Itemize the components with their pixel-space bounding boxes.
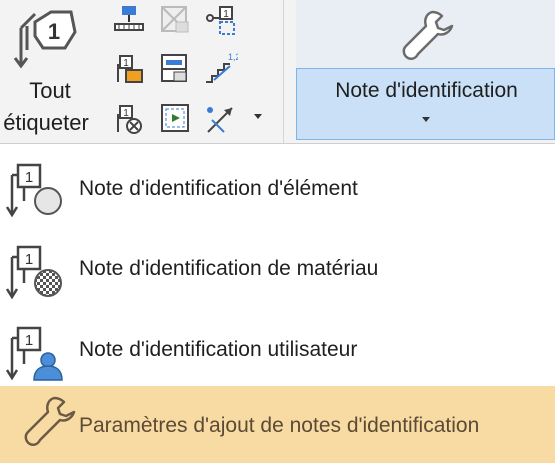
keynote-button-top[interactable] [296,0,555,68]
more-tags-chevron-down-icon[interactable] [252,112,264,122]
room-tag-icon[interactable] [158,52,192,86]
svg-text:1: 1 [25,332,33,349]
menu-item-keynote-settings[interactable]: Paramètres d'ajout de notes d'identifica… [0,386,555,463]
svg-text:1,2: 1,2 [228,52,238,62]
menu-item-label: Note d'identification utilisateur [79,338,358,361]
keynote-dropdown-menu: 1 Note d'identification d'élément 1 Note… [0,144,555,463]
menu-item-label: Paramètres d'ajout de notes d'identifica… [79,414,480,437]
menu-item-user-keynote[interactable]: 1 Note d'identification utilisateur [0,310,555,390]
span-direction-icon[interactable] [204,102,238,136]
svg-text:1: 1 [223,9,229,20]
tag-not-tagged-icon[interactable]: 1 [112,102,146,136]
svg-text:1: 1 [25,251,33,268]
menu-item-material-keynote[interactable]: 1 Note d'identification de matériau [0,229,555,309]
ribbon-group-separator [283,0,284,143]
svg-text:1: 1 [48,19,60,44]
tag-tools-grid: 1 1 1,2 [108,0,278,143]
user-keynote-icon: 1 [5,326,63,381]
menu-item-element-keynote[interactable]: 1 Note d'identification d'élément [0,147,555,227]
wrench-icon [24,396,76,447]
tag-all-icon: 1 [13,10,77,69]
keynote-dropdown-button[interactable]: Note d'identification [296,68,555,140]
wrench-icon [402,10,454,61]
stair-path-tag-icon[interactable]: 1,2 [204,52,238,86]
menu-item-label: Note d'identification de matériau [79,257,379,280]
ribbon-panel: 1 Tout étiqueter 1 1 1, 1 Note d'identif… [0,0,555,144]
multi-category-tag-icon[interactable] [112,4,146,38]
tag-all-button[interactable]: 1 Tout étiqueter [0,0,100,143]
material-tag-icon[interactable]: 1 [112,52,146,86]
beam-annotation-icon[interactable] [158,102,192,136]
area-tag-icon-disabled [158,4,192,38]
svg-text:1: 1 [123,108,129,119]
keynote-split-button: Note d'identification [296,0,555,143]
svg-text:1: 1 [25,169,33,186]
tag-all-label-line1: Tout [29,78,71,103]
chevron-down-icon [422,117,430,122]
keynote-settings-icon[interactable]: 1 [204,4,238,38]
menu-item-label: Note d'identification d'élément [79,177,358,200]
material-keynote-icon: 1 [5,245,62,300]
element-keynote-icon: 1 [5,163,62,218]
keynote-button-label: Note d'identification [335,79,518,102]
svg-text:1: 1 [123,58,129,69]
tag-all-label-line2: étiqueter [3,110,89,135]
